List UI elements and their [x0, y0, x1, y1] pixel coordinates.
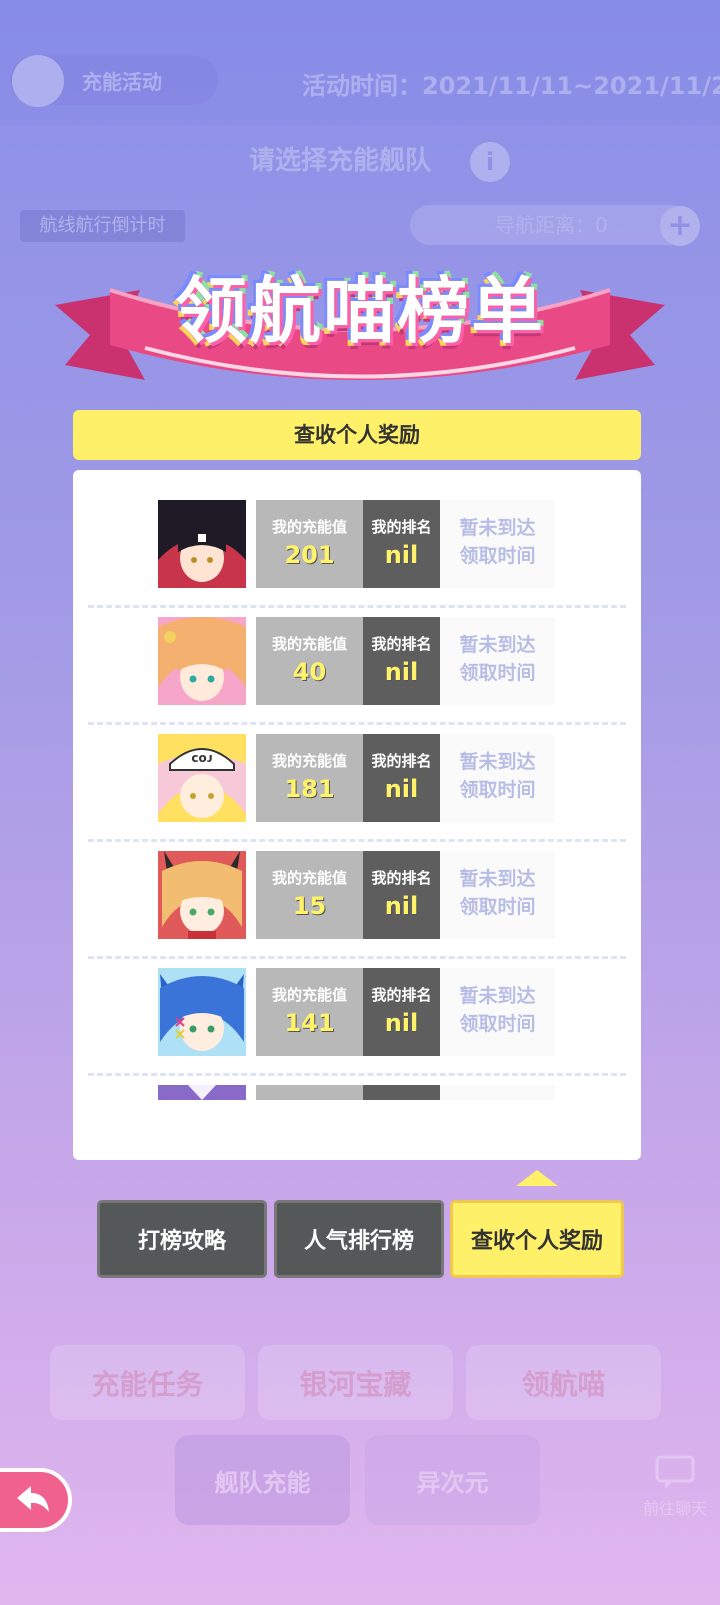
- charge-value-cell: [256, 1085, 363, 1100]
- charge-value-label: 我的充能值: [271, 869, 347, 887]
- rank-value: nil: [384, 658, 419, 686]
- character-avatar-blonde-fox-icon: [158, 851, 246, 939]
- rank-cell: [363, 1085, 440, 1100]
- tab-personal-rewards[interactable]: 查收个人奖励: [450, 1200, 624, 1278]
- banner-title: 领航喵榜单: [174, 269, 545, 353]
- claim-status: 暂未到达 领取时间: [440, 851, 555, 939]
- rank-value: nil: [384, 541, 419, 569]
- charge-value: 201: [284, 541, 335, 569]
- claim-status: 暂未到达 领取时间: [440, 500, 555, 588]
- info-icon: i: [470, 142, 510, 182]
- list-item: 我的充能值 40 我的排名 nil 暂未到达领取时间: [73, 577, 641, 725]
- activity-icon: [12, 55, 64, 107]
- rank-label: 我的排名: [371, 635, 432, 653]
- claim-status: 暂未到达 领取时间: [440, 734, 555, 822]
- charge-value-label: 我的充能值: [271, 752, 347, 770]
- list-item: 我的充能值 141 我的排名 nil 暂未到达领取时间: [73, 928, 641, 1076]
- rank-value: nil: [384, 775, 419, 803]
- character-avatar-white-cap-icon: ᴄᴏᴊ: [158, 734, 246, 822]
- charge-value-cell: 我的充能值 201: [256, 500, 363, 588]
- rank-cell: 我的排名 nil: [363, 500, 440, 588]
- back-button[interactable]: [0, 1468, 72, 1532]
- charge-value-cell: 我的充能值 40: [256, 617, 363, 705]
- rank-label: 我的排名: [371, 518, 432, 536]
- tab-ranking-guide[interactable]: 打榜攻略: [97, 1200, 267, 1278]
- character-avatar-orange-hair-icon: [158, 617, 246, 705]
- charge-value: 181: [284, 775, 335, 803]
- chat-icon: 前往聊天: [630, 1455, 720, 1525]
- activity-label: 充能活动: [82, 69, 162, 94]
- claim-status: 暂未到达 领取时间: [440, 617, 555, 705]
- panel-header: 查收个人奖励: [73, 410, 641, 460]
- charge-value-cell: 我的充能值 15: [256, 851, 363, 939]
- charge-value-label: 我的充能值: [271, 635, 347, 653]
- rank-cell: 我的排名 nil: [363, 968, 440, 1056]
- list-item: 我的充能值 15 我的排名 nil 暂未到达领取时间: [73, 811, 641, 959]
- status-line2: 领取时间: [459, 545, 536, 567]
- status-line1: 暂未到达: [459, 985, 536, 1007]
- other-dimension-button: 异次元: [365, 1435, 540, 1525]
- charge-value: 141: [284, 1009, 335, 1037]
- rank-value: nil: [384, 892, 419, 920]
- fleet-charge-button: 舰队充能: [175, 1435, 350, 1525]
- rank-label: 我的排名: [371, 869, 432, 887]
- card-navigator: 领航喵: [466, 1345, 661, 1420]
- list-item-partial: [73, 1045, 641, 1160]
- claim-status: [440, 1085, 555, 1100]
- charge-value-cell: 我的充能值 141: [256, 968, 363, 1056]
- tab-popularity-ranking[interactable]: 人气排行榜: [274, 1200, 444, 1278]
- character-avatar-blue-hair-icon: [158, 968, 246, 1056]
- leaderboard-banner: 领航喵榜单: [50, 230, 670, 400]
- select-fleet-prompt: 请选择充能舰队: [248, 146, 431, 176]
- rank-cell: 我的排名 nil: [363, 851, 440, 939]
- status-line2: 领取时间: [459, 896, 536, 918]
- card-charge-task: 充能任务: [50, 1345, 245, 1420]
- status-line1: 暂未到达: [459, 517, 536, 539]
- rank-value: nil: [384, 1009, 419, 1037]
- chat-label: 前往聊天: [642, 1499, 707, 1518]
- rank-label: 我的排名: [371, 752, 432, 770]
- list-item: ᴄᴏᴊ 我的充能值 181 我的排名 nil 暂未到达领取时间: [73, 694, 641, 842]
- activity-time: 活动时间：2021/11/11~2021/11/25: [302, 72, 720, 100]
- rank-label: 我的排名: [371, 986, 432, 1004]
- back-arrow-icon: [17, 1486, 49, 1512]
- card-galaxy-treasure: 银河宝藏: [258, 1345, 453, 1420]
- character-avatar-partial-icon: [158, 1085, 246, 1100]
- character-avatar-black-hair-icon: [158, 500, 246, 588]
- rank-cell: 我的排名 nil: [363, 617, 440, 705]
- status-line1: 暂未到达: [459, 751, 536, 773]
- status-line1: 暂未到达: [459, 634, 536, 656]
- status-line2: 领取时间: [459, 779, 536, 801]
- claim-status: 暂未到达 领取时间: [440, 968, 555, 1056]
- charge-value-label: 我的充能值: [271, 518, 347, 536]
- chat-bubble-icon: [655, 1455, 695, 1489]
- charge-value: 40: [292, 658, 327, 686]
- active-tab-pointer-icon: [516, 1170, 558, 1186]
- charge-value-label: 我的充能值: [271, 986, 347, 1004]
- status-line2: 领取时间: [459, 1013, 536, 1035]
- status-line1: 暂未到达: [459, 868, 536, 890]
- list-item: 我的充能值 201 我的排名 nil 暂未到达领取时间: [73, 470, 641, 608]
- status-line2: 领取时间: [459, 662, 536, 684]
- reward-list-panel[interactable]: 我的充能值 201 我的排名 nil 暂未到达 领取时间 我的充能值 40 我的排名 ni…: [73, 470, 641, 1160]
- svg-text:ᴄᴏᴊ: ᴄᴏᴊ: [191, 751, 212, 765]
- charge-value: 15: [292, 892, 327, 920]
- charge-value-cell: 我的充能值 181: [256, 734, 363, 822]
- rank-cell: 我的排名 nil: [363, 734, 440, 822]
